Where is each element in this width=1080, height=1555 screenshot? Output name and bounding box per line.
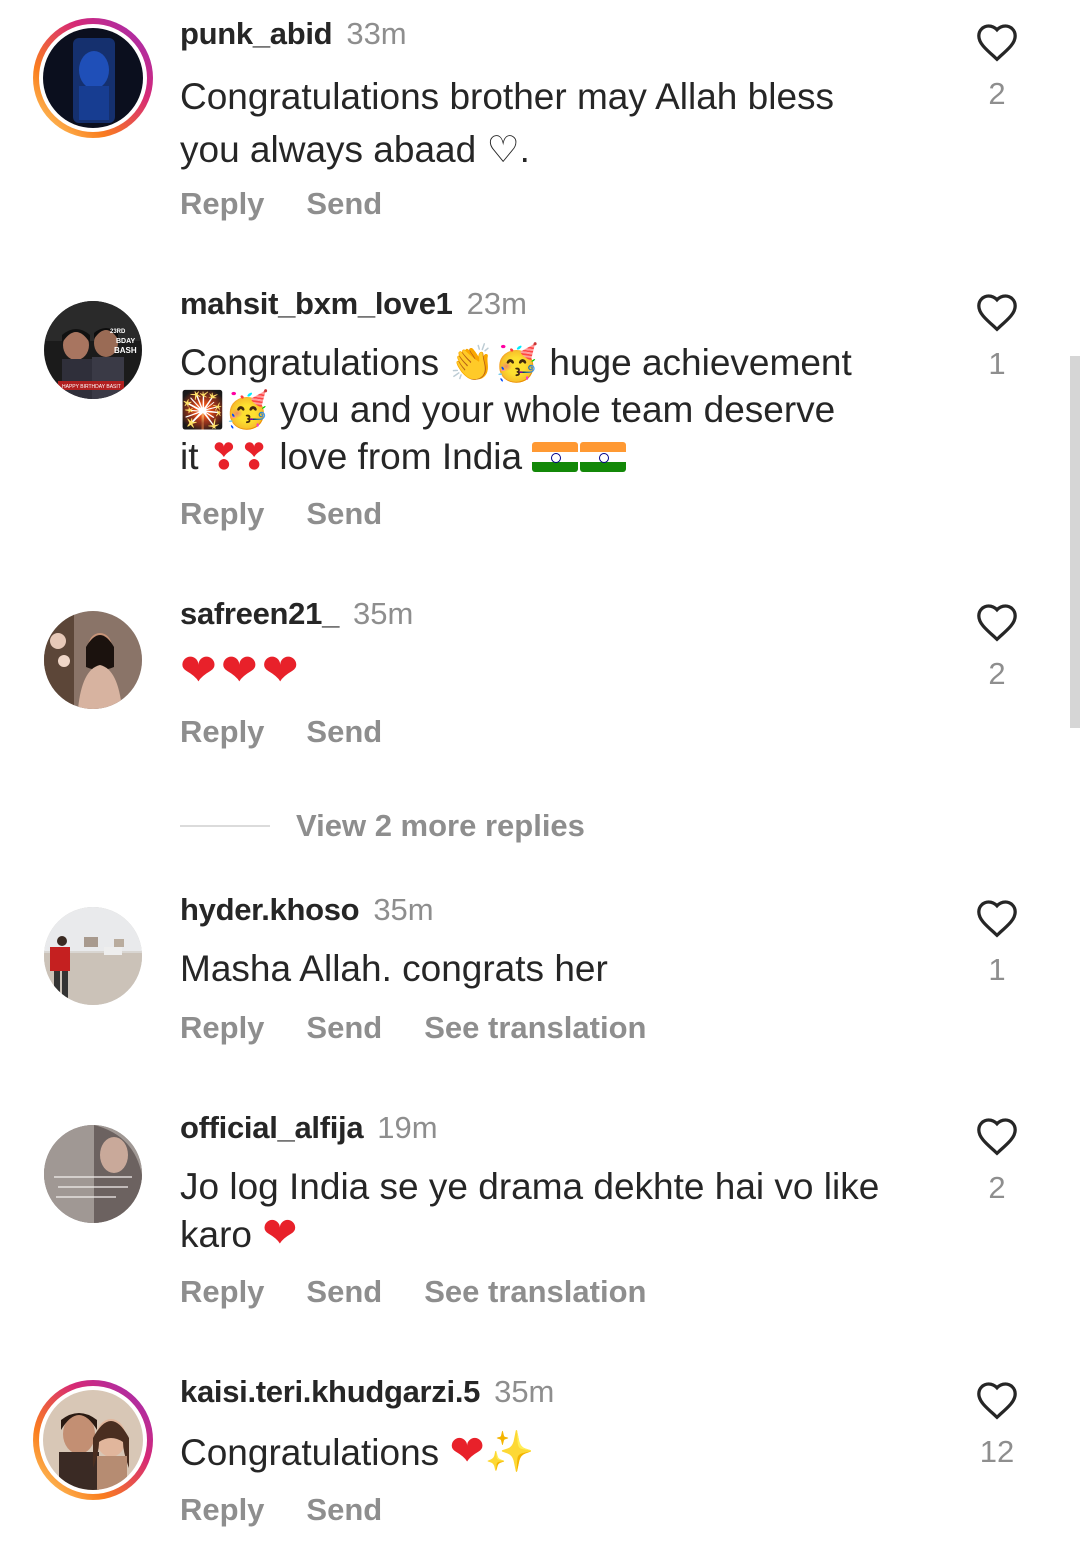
- heart-icon[interactable]: [975, 602, 1019, 642]
- reply-button[interactable]: Reply: [180, 1274, 264, 1309]
- comment-text-line: Congratulations 👏🥳 huge achievement: [180, 342, 852, 384]
- send-button[interactable]: Send: [306, 1492, 382, 1527]
- like-control: 2: [968, 22, 1026, 112]
- send-button[interactable]: Send: [306, 1274, 382, 1309]
- comment-header: safreen21_ 35m: [180, 594, 413, 634]
- see-translation-button[interactable]: See translation: [424, 1274, 646, 1309]
- see-translation-button[interactable]: See translation: [424, 1010, 646, 1045]
- party-face-emoji: 🥳: [224, 390, 270, 431]
- avatar[interactable]: [44, 611, 142, 709]
- fireworks-emoji: 🎇: [180, 390, 225, 431]
- timestamp: 19m: [377, 1110, 438, 1145]
- username[interactable]: kaisi.teri.khudgarzi.5: [180, 1374, 480, 1409]
- send-button[interactable]: Send: [306, 496, 382, 531]
- timestamp: 35m: [494, 1374, 555, 1409]
- comment-actions: Reply Send: [180, 1490, 424, 1530]
- divider: [180, 825, 270, 827]
- heart-icon[interactable]: [975, 898, 1019, 938]
- comment-text-line: karo ❤: [180, 1208, 298, 1257]
- send-button[interactable]: Send: [306, 186, 382, 221]
- comment-header: punk_abid 33m: [180, 14, 407, 54]
- comment-text: Masha Allah. congrats her: [180, 946, 920, 992]
- scrollbar[interactable]: [1070, 356, 1080, 728]
- avatar[interactable]: [33, 1380, 153, 1500]
- comment-text: Congratulations 👏🥳 huge achievement 🎇🥳 y…: [180, 340, 920, 481]
- username[interactable]: mahsit_bxm_love1: [180, 286, 453, 321]
- comment-header: mahsit_bxm_love1 23m: [180, 284, 527, 324]
- comment-text: Congratulations brother may Allah bless …: [180, 70, 920, 176]
- avatar-text: 23RD: [110, 329, 126, 335]
- avatar[interactable]: [44, 1125, 142, 1223]
- like-count: 1: [988, 952, 1006, 987]
- red-heart-emoji: ❤: [262, 1208, 298, 1257]
- timestamp: 35m: [373, 892, 434, 927]
- like-count: 2: [988, 76, 1006, 111]
- like-control: 2: [968, 602, 1026, 692]
- india-flag-icon: [532, 442, 579, 472]
- timestamp: 33m: [346, 16, 407, 51]
- reply-button[interactable]: Reply: [180, 186, 264, 221]
- comment-text: Congratulations ❤✨: [180, 1428, 920, 1476]
- comment-actions: Reply Send: [180, 712, 424, 752]
- like-count: 2: [988, 1170, 1006, 1205]
- send-button[interactable]: Send: [306, 714, 382, 749]
- comment-actions: Reply Send: [180, 184, 424, 224]
- timestamp: 35m: [353, 596, 414, 631]
- avatar[interactable]: 23RD BDAY BASH HAPPY BIRTHDAY BASIT: [44, 301, 142, 399]
- like-control: 2: [968, 1116, 1026, 1206]
- avatar-text: BASH: [114, 346, 137, 355]
- reply-button[interactable]: Reply: [180, 1010, 264, 1045]
- avatar-text: BDAY: [116, 338, 136, 345]
- reply-button[interactable]: Reply: [180, 714, 264, 749]
- heart-icon[interactable]: [975, 292, 1019, 332]
- like-control: 1: [968, 898, 1026, 988]
- comment-header: official_alfija 19m: [180, 1108, 438, 1148]
- heart-icon[interactable]: [975, 1116, 1019, 1156]
- heart-icon[interactable]: [975, 1380, 1019, 1420]
- username[interactable]: safreen21_: [180, 596, 339, 631]
- comment-actions: Reply Send See translation: [180, 1272, 688, 1312]
- clapping-hands-emoji: 👏: [449, 343, 495, 384]
- comment-actions: Reply Send See translation: [180, 1008, 688, 1048]
- heart-exclamation-emoji: ❣: [238, 437, 270, 478]
- comment-text-line: Congratulations brother may Allah bless: [180, 76, 835, 117]
- comment-text-line: Jo log India se ye drama dekhte hai vo l…: [180, 1166, 880, 1207]
- username[interactable]: punk_abid: [180, 16, 333, 51]
- comment-header: hyder.khoso 35m: [180, 890, 434, 930]
- heart-exclamation-emoji: ❣: [208, 437, 239, 478]
- avatar[interactable]: [33, 18, 153, 138]
- comment-actions: Reply Send: [180, 494, 424, 534]
- heart-icon[interactable]: [975, 22, 1019, 62]
- avatar[interactable]: [44, 907, 142, 1005]
- comment-header: kaisi.teri.khudgarzi.5 35m: [180, 1372, 554, 1412]
- like-count: 1: [988, 346, 1006, 381]
- username[interactable]: official_alfija: [180, 1110, 364, 1145]
- like-count: 12: [979, 1434, 1015, 1469]
- username[interactable]: hyder.khoso: [180, 892, 360, 927]
- comment-text-line: you always abaad ♡.: [180, 129, 530, 170]
- like-control: 12: [968, 1380, 1026, 1470]
- india-flag-icon: [580, 442, 627, 472]
- timestamp: 23m: [466, 286, 527, 321]
- comment-text-line: Congratulations ❤✨: [180, 1426, 535, 1476]
- red-heart-emoji: ❤: [449, 1426, 485, 1475]
- reply-button[interactable]: Reply: [180, 496, 264, 531]
- avatar-text: HAPPY BIRTHDAY BASIT: [62, 384, 121, 390]
- sparkles-emoji: ✨: [484, 1429, 535, 1475]
- reply-button[interactable]: Reply: [180, 1492, 264, 1527]
- comment-text-line: 🎇🥳 you and your whole team deserve: [180, 389, 836, 431]
- comment-text-line: Masha Allah. congrats her: [180, 948, 608, 989]
- like-count: 2: [988, 656, 1006, 691]
- red-heart-emoji: ❤❤❤: [180, 645, 303, 696]
- like-control: 1: [968, 292, 1026, 382]
- comment-text: Jo log India se ye drama dekhte hai vo l…: [180, 1164, 920, 1258]
- comment-text: ❤❤❤: [180, 648, 920, 696]
- party-face-emoji: 🥳: [494, 343, 540, 384]
- comment-text-line: it ❣❣ love from India: [180, 434, 920, 481]
- send-button[interactable]: Send: [306, 1010, 382, 1045]
- view-more-replies-button[interactable]: View 2 more replies: [180, 806, 585, 846]
- view-more-replies-label: View 2 more replies: [296, 808, 585, 843]
